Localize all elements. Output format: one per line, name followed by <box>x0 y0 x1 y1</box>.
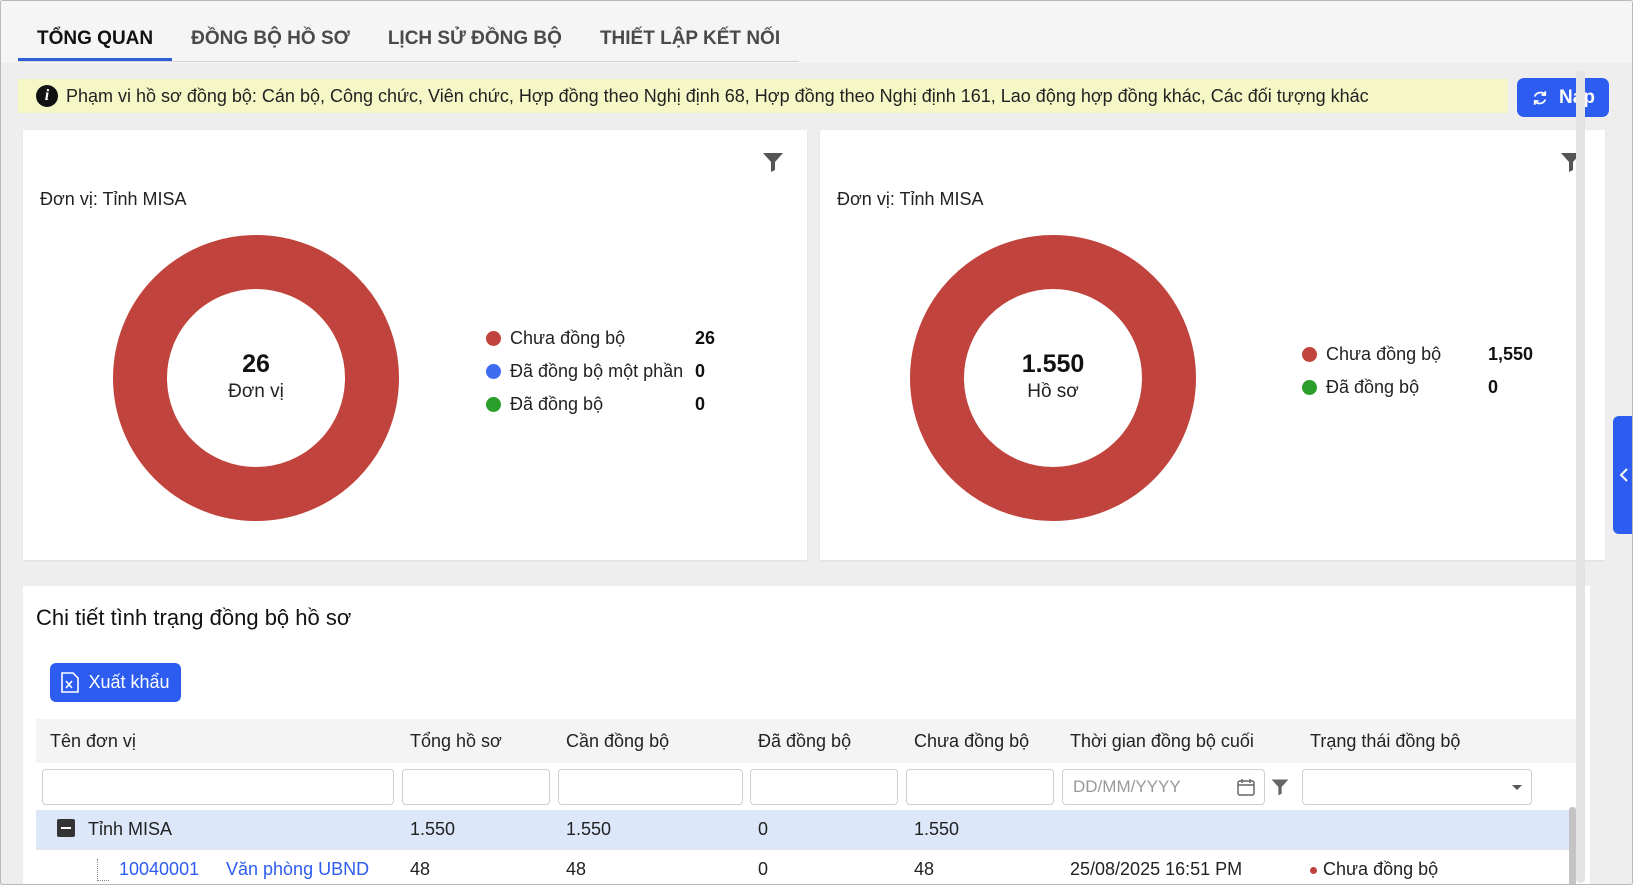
side-panel-toggle[interactable] <box>1613 416 1632 534</box>
cell-unit-name[interactable]: Văn phòng UBND <box>226 859 369 880</box>
unit-donut-center: 26 Đơn vị <box>156 350 356 403</box>
col-need-sync[interactable]: Cần đồng bộ <box>566 731 669 752</box>
legend-label: Đã đồng bộ một phần <box>510 361 684 381</box>
filter-total-input[interactable] <box>402 769 550 805</box>
filter-icon[interactable] <box>761 150 785 174</box>
date-filter-icon[interactable] <box>1270 777 1290 797</box>
legend-value: 0 <box>695 394 706 414</box>
record-donut-center: 1.550 Hồ sơ <box>953 350 1153 403</box>
legend-value: 26 <box>695 328 716 348</box>
cell-status: Chưa đồng bộ <box>1310 859 1438 880</box>
col-synced[interactable]: Đã đồng bộ <box>758 731 851 752</box>
filter-status-select[interactable] <box>1302 769 1532 805</box>
detail-title: Chi tiết tình trạng đồng bộ hồ sơ <box>36 605 352 630</box>
legend-item[interactable]: Đã đồng bộ 0 <box>1302 371 1562 404</box>
grid-scrollbar[interactable] <box>1569 807 1576 884</box>
tab-connection-settings[interactable]: THIẾT LẬP KẾT NỐI <box>581 19 799 61</box>
grid-filter-row: DD/MM/YYYY <box>36 763 1576 810</box>
record-legend: Chưa đồng bộ 1,550 Đã đồng bộ 0 <box>1302 338 1562 404</box>
unit-label: Đơn vị: <box>40 189 98 209</box>
legend-label: Đã đồng bộ <box>510 394 604 414</box>
filter-need-sync-input[interactable] <box>558 769 743 805</box>
cell-synced: 0 <box>758 819 769 839</box>
unit-label: Đơn vị: <box>837 189 895 209</box>
cell-need-sync: 1.550 <box>566 819 612 839</box>
unit-line: Đơn vị: Tỉnh MISA <box>837 189 984 210</box>
legend-item[interactable]: Chưa đồng bộ 1,550 <box>1302 338 1562 371</box>
table-row-group[interactable]: Tỉnh MISA 1.550 1.550 0 1.550 <box>36 810 1576 850</box>
donut-total-label: Hồ sơ <box>1027 381 1079 402</box>
export-button[interactable]: Xuất khẩu <box>50 663 181 702</box>
sync-grid: Tên đơn vị Tổng hồ sơ Cần đồng bộ Đã đồn… <box>36 719 1576 884</box>
legend-dot-blue <box>486 364 501 379</box>
legend-dot-green <box>486 397 501 412</box>
legend-label: Chưa đồng bộ <box>1326 344 1442 364</box>
donut-total-value: 1.550 <box>1021 350 1085 378</box>
unit-name: Tỉnh MISA <box>899 189 984 209</box>
unit-line: Đơn vị: Tỉnh MISA <box>40 189 187 210</box>
unit-sync-card: Đơn vị: Tỉnh MISA 26 Đơn vị Chưa đồng bộ… <box>23 130 807 560</box>
cell-total: 1.550 <box>410 819 456 839</box>
cell-unsynced: 48 <box>914 859 935 879</box>
sync-detail-panel: Chi tiết tình trạng đồng bộ hồ sơ Xuất k… <box>23 586 1590 884</box>
tree-connector <box>97 859 109 881</box>
legend-dot-green <box>1302 380 1317 395</box>
col-last-sync[interactable]: Thời gian đồng bộ cuối <box>1070 731 1254 752</box>
status-text: Chưa đồng bộ <box>1323 859 1439 879</box>
status-dot <box>1310 866 1317 874</box>
legend-value: 0 <box>1488 377 1499 397</box>
legend-item[interactable]: Đã đồng bộ 0 <box>486 388 726 421</box>
cell-last-sync: 25/08/2025 16:51 PM <box>1070 859 1243 879</box>
legend-value: 0 <box>695 361 706 381</box>
table-row[interactable]: 10040001 Văn phòng UBND 48 48 0 48 25/08… <box>36 850 1576 884</box>
record-sync-card: Đơn vị: Tỉnh MISA 1.550 Hồ sơ Chưa đồng … <box>820 130 1605 560</box>
calendar-icon[interactable] <box>1236 777 1256 797</box>
tab-list: TỔNG QUAN ĐỒNG BỘ HỒ SƠ LỊCH SỬ ĐỒNG BỘ … <box>18 19 800 62</box>
legend-label: Chưa đồng bộ <box>510 328 626 348</box>
col-status[interactable]: Trạng thái đồng bộ <box>1310 731 1460 752</box>
legend-label: Đã đồng bộ <box>1326 377 1420 397</box>
col-unsynced[interactable]: Chưa đồng bộ <box>914 731 1029 752</box>
cell-synced: 0 <box>758 859 769 879</box>
grid-header: Tên đơn vị Tổng hồ sơ Cần đồng bộ Đã đồn… <box>36 719 1576 763</box>
page-scrollbar[interactable] <box>1576 71 1585 883</box>
refresh-icon <box>1533 90 1547 105</box>
tab-sync-history[interactable]: LỊCH SỬ ĐỒNG BỘ <box>369 19 581 61</box>
excel-file-icon <box>61 672 80 693</box>
legend-dot-red <box>486 331 501 346</box>
info-icon: i <box>36 85 58 107</box>
donut-total-value: 26 <box>242 350 270 378</box>
legend-item[interactable]: Đã đồng bộ một phần 0 <box>486 355 726 388</box>
date-placeholder: DD/MM/YYYY <box>1073 777 1181 796</box>
cell-total: 48 <box>410 859 431 879</box>
legend-dot-red <box>1302 347 1317 362</box>
col-total[interactable]: Tổng hồ sơ <box>410 731 502 752</box>
donut-total-label: Đơn vị <box>228 381 284 402</box>
filter-unsynced-input[interactable] <box>906 769 1054 805</box>
filter-synced-input[interactable] <box>750 769 898 805</box>
tab-overview[interactable]: TỔNG QUAN <box>18 19 173 61</box>
chevron-down-icon <box>1512 785 1522 790</box>
chevron-left-icon <box>1619 468 1628 482</box>
tab-bar: TỔNG QUAN ĐỒNG BỘ HỒ SƠ LỊCH SỬ ĐỒNG BỘ … <box>1 1 1632 63</box>
unit-name: Tỉnh MISA <box>102 189 187 209</box>
cell-unsynced: 1.550 <box>914 819 960 839</box>
legend-item[interactable]: Chưa đồng bộ 26 <box>486 322 726 355</box>
unit-legend: Chưa đồng bộ 26 Đã đồng bộ một phần 0 Đã… <box>486 322 726 421</box>
col-unit-name[interactable]: Tên đơn vị <box>50 731 136 752</box>
legend-value: 1,550 <box>1488 344 1534 364</box>
collapse-icon[interactable] <box>57 819 75 837</box>
cell-unit-code[interactable]: 10040001 <box>119 859 199 880</box>
refresh-button[interactable]: Nạp <box>1517 78 1609 117</box>
export-button-label: Xuất khẩu <box>88 672 170 692</box>
cell-need-sync: 48 <box>566 859 587 879</box>
cell-unit-name: Tỉnh MISA <box>88 819 173 839</box>
filter-date-input[interactable]: DD/MM/YYYY <box>1062 769 1265 805</box>
tab-sync-records[interactable]: ĐỒNG BỘ HỒ SƠ <box>172 19 369 61</box>
app-frame: TỔNG QUAN ĐỒNG BỘ HỒ SƠ LỊCH SỬ ĐỒNG BỘ … <box>0 0 1633 885</box>
filter-unit-name-input[interactable] <box>42 769 394 805</box>
scope-notice: i Phạm vi hồ sơ đồng bộ: Cán bộ, Công ch… <box>18 79 1508 113</box>
notice-text: Phạm vi hồ sơ đồng bộ: Cán bộ, Công chức… <box>66 85 1369 106</box>
